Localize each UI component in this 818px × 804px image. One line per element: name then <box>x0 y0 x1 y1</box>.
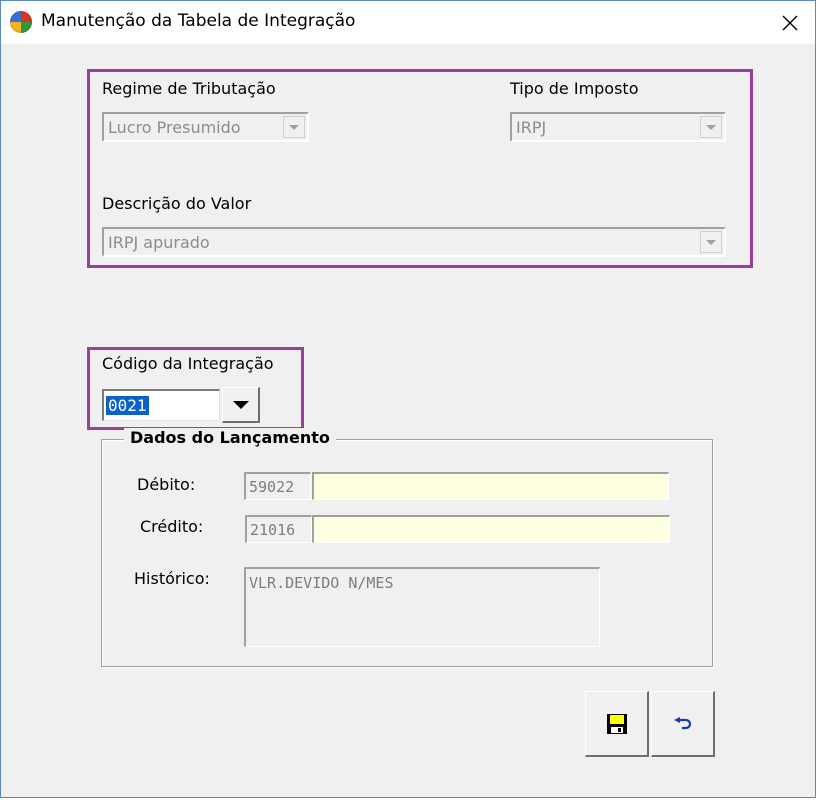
descricao-dropdown-arrow[interactable] <box>700 231 722 253</box>
chevron-down-icon <box>232 400 249 409</box>
descricao-dropdown[interactable]: IRPJ apurado <box>102 227 726 257</box>
chevron-down-icon <box>289 124 299 130</box>
undo-button[interactable] <box>651 691 715 757</box>
debito-description-field[interactable] <box>312 472 669 500</box>
integracao-dropdown-button[interactable] <box>222 387 260 423</box>
descricao-value: IRPJ apurado <box>108 232 210 252</box>
regime-label: Regime de Tributação <box>102 79 276 98</box>
regime-value: Lucro Presumido <box>108 117 241 137</box>
credito-label: Crédito: <box>140 517 204 536</box>
save-button[interactable] <box>585 691 649 757</box>
chevron-down-icon <box>706 239 716 245</box>
regime-dropdown[interactable]: Lucro Presumido <box>102 112 309 142</box>
lancamento-title: Dados do Lançamento <box>124 428 336 447</box>
regime-dropdown-arrow[interactable] <box>283 116 305 138</box>
tipo-dropdown[interactable]: IRPJ <box>510 112 726 142</box>
app-logo-icon <box>10 11 32 33</box>
integracao-label: Código da Integração <box>102 354 274 373</box>
close-button[interactable] <box>765 1 815 44</box>
tipo-label: Tipo de Imposto <box>510 79 639 98</box>
window-title: Manutenção da Tabela de Integração <box>41 11 356 31</box>
integracao-code-input[interactable]: 0021 <box>102 389 220 421</box>
historico-label: Histórico: <box>134 569 210 588</box>
integracao-code-value: 0021 <box>106 396 149 415</box>
historico-textarea[interactable]: VLR.DEVIDO N/MES <box>244 567 600 647</box>
title-bar: Manutenção da Tabela de Integração <box>1 1 815 44</box>
credito-description-field[interactable] <box>312 515 670 543</box>
descricao-label: Descrição do Valor <box>102 194 252 213</box>
main-window: Manutenção da Tabela de Integração Regim… <box>0 0 816 798</box>
close-icon <box>782 15 798 30</box>
tipo-dropdown-arrow[interactable] <box>700 116 722 138</box>
debito-code-field[interactable]: 59022 <box>244 472 311 500</box>
floppy-disk-icon <box>606 713 627 734</box>
undo-arrow-icon <box>673 716 691 729</box>
credito-code-field[interactable]: 21016 <box>245 515 312 543</box>
tipo-value: IRPJ <box>516 117 547 137</box>
debito-label: Débito: <box>137 475 196 494</box>
chevron-down-icon <box>706 124 716 130</box>
